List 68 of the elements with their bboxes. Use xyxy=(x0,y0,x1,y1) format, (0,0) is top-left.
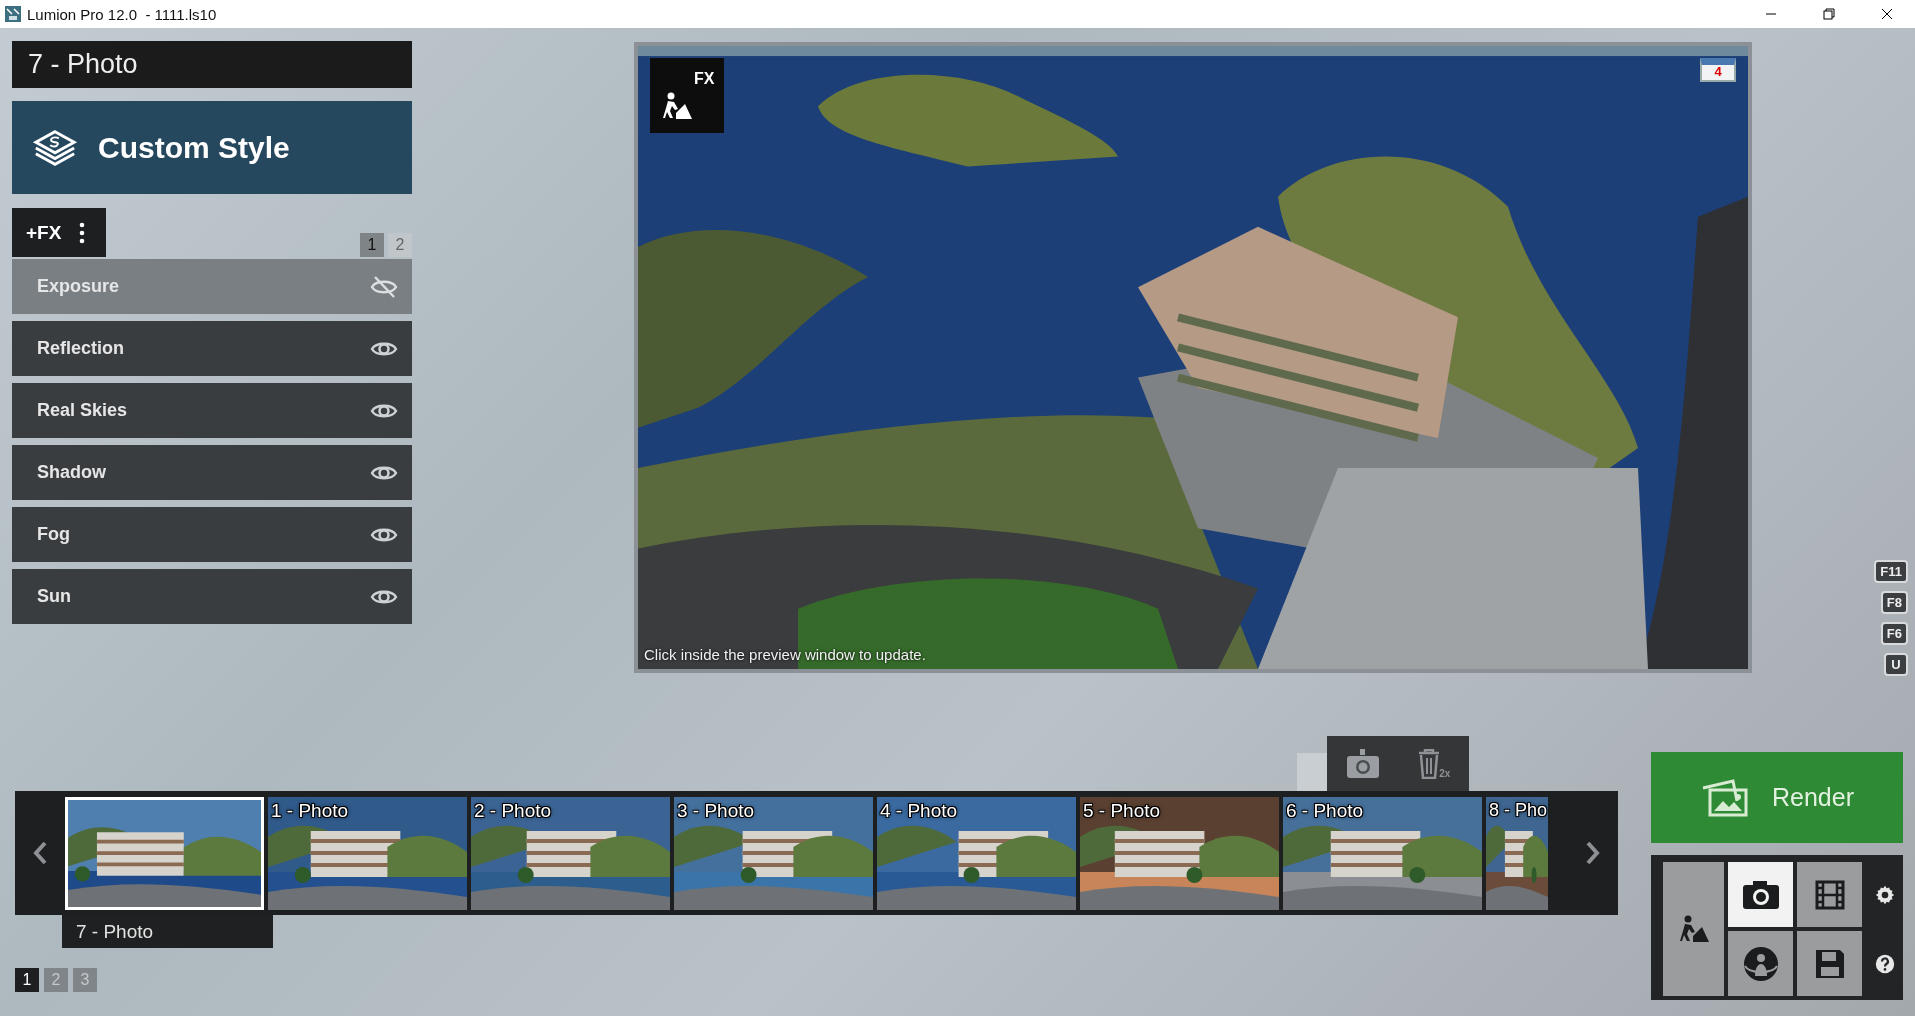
style-title: Custom Style xyxy=(98,130,290,165)
effect-row[interactable]: Reflection xyxy=(12,321,412,376)
style-banner[interactable]: Custom Style xyxy=(12,101,412,194)
film-icon xyxy=(1814,879,1845,910)
effect-name: Real Skies xyxy=(37,400,128,421)
trash-count: 2x xyxy=(1439,767,1451,779)
effect-row[interactable]: Real Skies xyxy=(12,383,412,438)
flag-badge: 4 xyxy=(1700,58,1736,82)
thumbnail-label: 1 - Photo xyxy=(271,799,349,822)
window-title: Lumion Pro 12.0 - 1111.ls10 xyxy=(27,5,217,23)
worker-icon xyxy=(662,91,692,121)
preview-hint: Click inside the preview window to update. xyxy=(644,646,926,663)
effect-name: Shadow xyxy=(37,462,106,483)
effect-name: Exposure xyxy=(37,276,120,297)
app-logo-icon xyxy=(5,6,21,22)
thumbnail-label: 6 - Photo xyxy=(1286,799,1364,822)
photos-icon xyxy=(1700,777,1750,818)
close-icon[interactable] xyxy=(1881,8,1893,20)
preview-window[interactable]: FX 4 Click inside the preview window to update. xyxy=(634,42,1752,673)
page-tab[interactable]: 1 xyxy=(15,968,39,992)
faded-panel xyxy=(1297,753,1327,791)
shortcut-key[interactable]: F11 xyxy=(1874,560,1908,583)
restore-icon[interactable] xyxy=(1823,8,1835,20)
photo-thumbnail[interactable]: 5 - Photo xyxy=(1080,796,1279,910)
photo-thumbnail[interactable]: 6 - Photo xyxy=(1283,796,1482,910)
effect-name: Fog xyxy=(37,524,70,545)
photo-thumbnail[interactable]: 2 - Photo xyxy=(471,796,670,910)
effect-row[interactable]: Shadow xyxy=(12,445,412,500)
mode-tile[interactable] xyxy=(1797,931,1862,996)
mode-tile[interactable] xyxy=(1728,862,1793,927)
effect-row[interactable]: Fog xyxy=(12,507,412,562)
sphere-person-icon xyxy=(1742,945,1779,982)
thumbnail-label: 4 - Photo xyxy=(880,799,958,822)
camera-icon[interactable] xyxy=(1345,748,1380,779)
thumbnail-label: 2 - Photo xyxy=(474,799,552,822)
photo-thumbnail[interactable]: 8 - Pho xyxy=(1486,796,1548,910)
thumbnail-tooltip: 7 - Photo xyxy=(62,915,273,948)
shortcut-key[interactable]: U xyxy=(1884,653,1908,676)
render-button[interactable]: Render xyxy=(1651,752,1903,843)
effect-row[interactable]: Sun xyxy=(12,569,412,624)
photo-thumbnail[interactable]: 3 - Photo xyxy=(674,796,873,910)
photo-thumbnail[interactable]: 4 - Photo xyxy=(877,796,1076,910)
add-fx-button[interactable]: +FX xyxy=(12,208,106,257)
photo-thumbnail[interactable]: 1 - Photo xyxy=(268,796,467,910)
thumbnail-label: 3 - Photo xyxy=(677,799,755,822)
more-icon[interactable] xyxy=(79,221,86,244)
style-layers-icon xyxy=(32,127,78,168)
mode-tile[interactable] xyxy=(1728,931,1793,996)
settings-icon[interactable] xyxy=(1874,884,1895,905)
fx-badge-label: FX xyxy=(694,70,715,88)
camera-icon xyxy=(1742,880,1779,909)
add-fx-label[interactable]: +FX xyxy=(26,221,62,244)
shortcut-key[interactable]: F6 xyxy=(1880,622,1908,645)
thumbnail-label: 8 - Pho xyxy=(1489,799,1548,821)
page-tab[interactable]: 1 xyxy=(360,233,384,257)
save-icon xyxy=(1813,947,1846,980)
effect-name: Reflection xyxy=(37,338,124,359)
photo-name: 7 - Photo xyxy=(12,41,412,88)
delete-button[interactable]: 2x xyxy=(1417,748,1451,779)
eye-hidden-icon[interactable] xyxy=(370,274,398,299)
effect-name: Sun xyxy=(37,586,71,607)
mode-tile[interactable] xyxy=(1663,862,1724,996)
thumbnail-label: 5 - Photo xyxy=(1083,799,1161,822)
worker-icon xyxy=(1678,914,1709,944)
help-icon[interactable] xyxy=(1874,953,1895,974)
shortcut-key[interactable]: F8 xyxy=(1880,591,1908,614)
fx-badge[interactable]: FX xyxy=(650,58,724,133)
mode-tile[interactable] xyxy=(1797,862,1862,927)
